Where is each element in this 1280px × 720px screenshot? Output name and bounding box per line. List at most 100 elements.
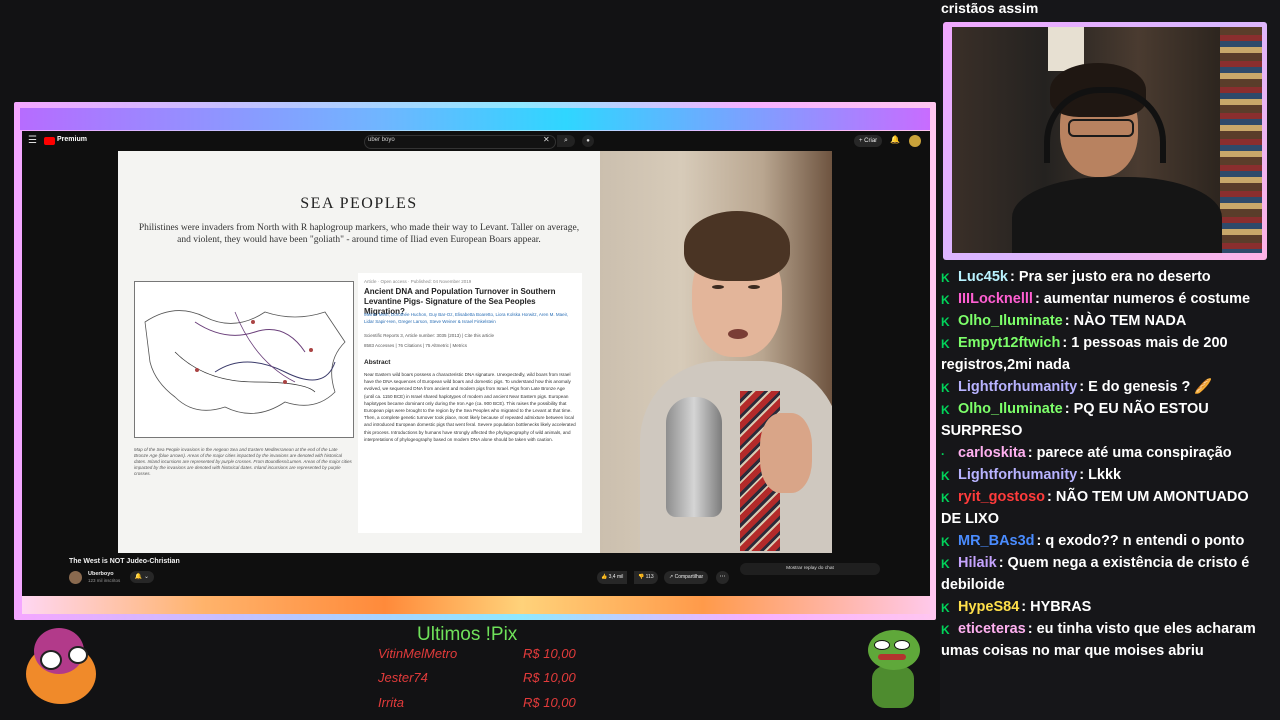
microphone-icon[interactable]: ● — [582, 135, 594, 147]
pepe-body — [872, 666, 914, 708]
chat-username[interactable]: ryit_gostoso — [958, 489, 1045, 505]
pix-amount: R$ 10,00 — [523, 695, 576, 710]
chat-text: : q exodo?? n entendi o ponto — [1036, 533, 1245, 549]
chat-username[interactable]: IIILocknelll — [958, 291, 1033, 307]
presenter-hand — [760, 413, 812, 493]
sea-peoples-map — [134, 281, 354, 438]
share-label: Compartilhar — [674, 574, 704, 580]
chat-text: : E do genesis ? 🥖 — [1079, 379, 1213, 395]
pix-title: Ultimos !Pix — [417, 624, 518, 645]
presenter-video — [600, 151, 832, 553]
chat-username[interactable]: Olho_Iluminate — [958, 313, 1063, 329]
chat-username[interactable]: Lightforhumanity — [958, 379, 1077, 395]
account-avatar[interactable] — [909, 135, 921, 147]
chat-username[interactable]: MR_BAs3d — [958, 533, 1035, 549]
slide-subtitle: Philistines were invaders from North wit… — [138, 223, 580, 245]
chat-message: K Hilaik: Quem nega a existência de crist… — [941, 552, 1271, 596]
clear-search-icon[interactable]: ✕ — [543, 135, 550, 144]
dislike-count: 113 — [645, 574, 654, 580]
chat-username[interactable]: carloskita — [958, 445, 1026, 461]
share-button[interactable]: ↗ Compartilhar — [664, 571, 709, 584]
pix-donor: Jester74 — [378, 670, 428, 685]
pepe-head — [868, 630, 920, 670]
chat-message: K Luc45k: Pra ser justo era no deserto — [941, 266, 1271, 288]
kick-badge-icon: K — [941, 271, 950, 285]
video-title: The West is NOT Judeo-Christian — [69, 558, 180, 565]
paper-meta: Article · Open access · Published: 04 No… — [364, 279, 472, 284]
pix-amount: R$ 10,00 — [523, 670, 576, 685]
chat-panel: K Luc45k: Pra ser justo era no deserto K II… — [941, 266, 1271, 662]
pix-donor: Irrita — [378, 695, 404, 710]
like-button[interactable]: 👍 3,4 mil — [597, 571, 628, 584]
youtube-header: ☰ Premium uber boyo ✕ ⌕ ● + Criar 🔔 — [22, 131, 930, 151]
pepe-eye — [874, 640, 890, 650]
mascot-eye — [68, 646, 88, 664]
like-count: 3,4 mil — [608, 574, 624, 580]
hamburger-menu-icon[interactable]: ☰ — [28, 135, 37, 146]
chat-text: : aumentar numeros é costume — [1034, 291, 1251, 307]
kick-badge-icon: K — [941, 293, 950, 307]
browser-top-gradient — [20, 108, 930, 130]
subscribed-bell-button[interactable]: 🔔 ⌄ — [130, 571, 154, 583]
dislike-button[interactable]: 👎 113 — [634, 571, 658, 584]
pepe-eye — [894, 640, 910, 650]
youtube-logo-text[interactable]: Premium — [57, 136, 87, 143]
chat-username[interactable]: Lightforhumanity — [958, 467, 1077, 483]
video-slide: SEA PEOPLES Philistines were invaders fr… — [118, 151, 600, 553]
chat-message: K IIILocknelll: aumentar numeros é costum… — [941, 288, 1271, 310]
pix-amount: R$ 10,00 — [523, 646, 576, 661]
kick-badge-icon: K — [941, 491, 950, 505]
chat-text: : NÀO TEM NADA — [1064, 313, 1187, 329]
pepe-emote — [864, 630, 922, 708]
streamer-shirt — [1012, 177, 1222, 253]
chat-username[interactable]: HypeS84 — [958, 599, 1019, 615]
chat-message: K Olho_Iluminate: PQ EU NÃO ESTOU SURPRES… — [941, 398, 1271, 442]
search-icon[interactable]: ⌕ — [557, 135, 575, 147]
kick-badge-icon: · — [941, 447, 945, 461]
channel-name[interactable]: Uberboyo — [88, 571, 114, 577]
paper-authors: Meirav Meiri, Dorothée Huchon, Guy Bar-O… — [364, 312, 569, 324]
kick-badge-icon: K — [941, 469, 950, 483]
chat-previous-message-tail: cristãos assim — [941, 0, 1039, 16]
search-input[interactable]: uber boyo — [368, 137, 395, 143]
chat-username[interactable]: Hilaik — [958, 555, 997, 571]
kick-badge-icon: K — [941, 601, 950, 615]
chat-message: Kryit_gostoso: NÃO TEM UM AMONTUADO DE L… — [941, 486, 1271, 530]
kick-badge-icon: K — [941, 557, 950, 571]
chat-text: : Pra ser justo era no deserto — [1009, 269, 1211, 285]
more-options-icon[interactable]: ⋯ — [716, 571, 729, 584]
pix-row: VitinMelMetro R$ 10,00 — [378, 646, 588, 668]
presenter-mouth — [728, 329, 748, 339]
chat-message: · carloskita: parece até uma conspiração — [941, 442, 1271, 464]
create-button[interactable]: + Criar — [854, 135, 883, 147]
chat-username[interactable]: Empyt12ftwich — [958, 335, 1060, 351]
presenter-hair — [684, 211, 790, 281]
microphone — [666, 397, 722, 517]
chat-message: K Empyt12ftwich: 1 pessoas mais de 200 re… — [941, 332, 1271, 376]
channel-avatar[interactable] — [69, 571, 82, 584]
kick-badge-icon: K — [941, 623, 950, 637]
chat-username[interactable]: Olho_Iluminate — [958, 401, 1063, 417]
chat-text: : parece até uma conspiração — [1027, 445, 1232, 461]
youtube-logo-icon[interactable] — [44, 137, 55, 145]
notifications-bell-icon[interactable]: 🔔 — [890, 135, 900, 144]
video-player[interactable]: SEA PEOPLES Philistines were invaders fr… — [118, 151, 832, 553]
chat-username[interactable]: Luc45k — [958, 269, 1008, 285]
show-chat-replay-button[interactable]: Mostrar replay do chat — [740, 563, 880, 575]
presenter-eye — [712, 285, 724, 289]
paper-journal: Scientific Reports 3, Article number: 30… — [364, 333, 494, 338]
abstract-text: Near Eastern wild boars possess a charac… — [364, 372, 576, 442]
kick-badge-icon: K — [941, 403, 950, 417]
mascot-character — [14, 626, 100, 708]
chat-message: K HypeS84: HYBRAS — [941, 596, 1271, 618]
chat-username[interactable]: eticeteras — [958, 621, 1026, 637]
chat-message: K Lightforhumanity: Lkkk — [941, 464, 1271, 486]
abstract-heading: Abstract — [364, 359, 391, 366]
kick-badge-icon: K — [941, 381, 950, 395]
pix-row: Irrita R$ 10,00 — [378, 695, 588, 717]
chat-message: Keticeteras: eu tinha visto que eles ach… — [941, 618, 1271, 662]
mascot-eye — [40, 650, 62, 670]
kick-badge-icon: K — [941, 315, 950, 329]
chat-message: K Olho_Iluminate: NÀO TEM NADA — [941, 310, 1271, 332]
chat-message: K Lightforhumanity: E do genesis ? 🥖 — [941, 376, 1271, 398]
